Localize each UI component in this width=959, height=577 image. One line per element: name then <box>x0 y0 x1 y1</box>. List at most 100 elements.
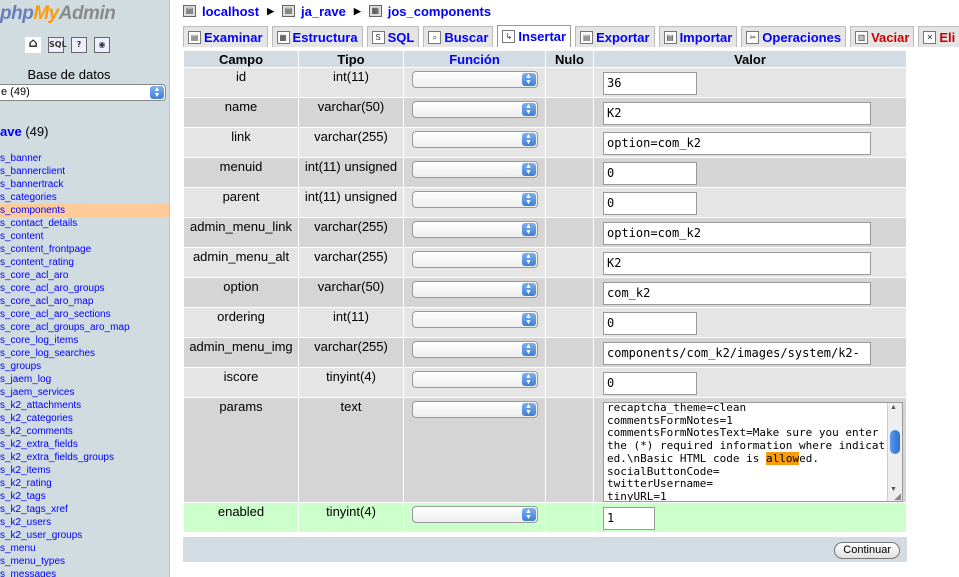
sidebar-table-item[interactable]: s_banner <box>0 152 169 165</box>
sidebar-table-item[interactable]: s_k2_user_groups <box>0 529 169 542</box>
database-title[interactable]: ave (49) <box>0 124 48 139</box>
field-name: id <box>184 68 298 97</box>
tab-label: SQL <box>387 29 415 45</box>
sidebar-table-item[interactable]: s_k2_tags <box>0 490 169 503</box>
function-select[interactable]: ▲ ▼ <box>411 71 538 88</box>
sidebar-table-item[interactable]: s_categories <box>0 191 169 204</box>
value-input[interactable]: 0 <box>603 312 697 335</box>
function-select[interactable]: ▲ ▼ <box>411 161 538 178</box>
params-textarea[interactable]: recaptcha_theme=clean commentsFormNotes=… <box>603 402 903 502</box>
value-input[interactable]: 36 <box>603 72 697 95</box>
breadcrumb-database[interactable]: ja_rave <box>301 4 346 19</box>
table-row: link varchar(255) ▲ ▼ option=com_k2 <box>184 128 906 157</box>
sidebar-table-item[interactable]: s_k2_items <box>0 464 169 477</box>
sidebar-table-item[interactable]: s_menu <box>0 542 169 555</box>
tab-bar: ▤ Examinar ▦ Estructura S SQL ⌕ Buscar ↳ Insertar… <box>183 25 959 48</box>
sidebar-table-item[interactable]: s_core_log_searches <box>0 347 169 360</box>
value-input[interactable]: 1 <box>603 507 655 530</box>
sidebar-table-item[interactable]: s_core_acl_aro_groups <box>0 282 169 295</box>
tab-label: Examinar <box>204 29 263 45</box>
docs-icon[interactable]: ◉ <box>94 37 110 53</box>
value-input[interactable]: components/com_k2/images/system/k2- <box>603 342 871 365</box>
sidebar-table-item[interactable]: s_k2_extra_fields_groups <box>0 451 169 464</box>
function-select[interactable]: ▲ ▼ <box>411 506 538 523</box>
field-type: int(11) <box>299 308 403 337</box>
tab-examinar[interactable]: ▤ Examinar <box>183 26 268 47</box>
chevron-updown-icon: ▲ ▼ <box>521 193 536 206</box>
sidebar-table-item[interactable]: s_k2_categories <box>0 412 169 425</box>
sidebar-table-item[interactable]: s_core_acl_aro_map <box>0 295 169 308</box>
function-select[interactable]: ▲ ▼ <box>411 371 538 388</box>
sidebar-table-item[interactable]: s_content <box>0 230 169 243</box>
sidebar-table-item[interactable]: s_jaem_services <box>0 386 169 399</box>
value-input[interactable]: K2 <box>603 102 871 125</box>
continue-button[interactable]: Continuar <box>834 542 900 559</box>
database-select[interactable]: e (49) ▲ ▼ <box>0 84 166 101</box>
function-select[interactable]: ▲ ▼ <box>411 401 538 418</box>
function-select[interactable]: ▲ ▼ <box>411 221 538 238</box>
sidebar-table-item[interactable]: s_core_acl_aro_sections <box>0 308 169 321</box>
table-row: option varchar(50) ▲ ▼ com_k2 <box>184 278 906 307</box>
header-funcion[interactable]: Función <box>404 51 545 67</box>
tab-estructura[interactable]: ▦ Estructura <box>271 26 363 47</box>
sidebar-table-item[interactable]: s_menu_types <box>0 555 169 568</box>
function-select[interactable]: ▲ ▼ <box>411 101 538 118</box>
sidebar-table-item[interactable]: s_jaem_log <box>0 373 169 386</box>
tab-eli[interactable]: ✕ Eli <box>918 26 959 47</box>
tab-exportar[interactable]: ▤ Exportar <box>575 26 655 47</box>
sidebar-table-item[interactable]: s_core_log_items <box>0 334 169 347</box>
table-row: enabled tinyint(4) ▲ ▼ 1 <box>184 503 906 532</box>
value-input[interactable]: 0 <box>603 372 697 395</box>
function-cell: ▲ ▼ <box>404 248 545 277</box>
sidebar-table-item[interactable]: s_bannerclient <box>0 165 169 178</box>
function-select[interactable]: ▲ ▼ <box>411 131 538 148</box>
home-icon[interactable]: ⌂ <box>25 37 41 53</box>
sidebar-table-item[interactable]: s_groups <box>0 360 169 373</box>
value-input[interactable]: 0 <box>603 162 697 185</box>
function-cell: ▲ ▼ <box>404 338 545 367</box>
sidebar-table-item[interactable]: s_content_frontpage <box>0 243 169 256</box>
resize-grip-icon[interactable]: ◢ <box>894 492 901 501</box>
sidebar-table-item[interactable]: s_core_acl_groups_aro_map <box>0 321 169 334</box>
tab-vaciar[interactable]: ▥ Vaciar <box>850 26 915 47</box>
tab-buscar[interactable]: ⌕ Buscar <box>423 26 494 47</box>
tab-sql[interactable]: S SQL <box>366 26 420 47</box>
sidebar-table-item[interactable]: s_k2_extra_fields <box>0 438 169 451</box>
header-campo: Campo <box>184 51 298 67</box>
query-icon[interactable]: ? <box>71 37 87 53</box>
sidebar-table-item[interactable]: s_k2_comments <box>0 425 169 438</box>
function-select[interactable]: ▲ ▼ <box>411 341 538 358</box>
sidebar-table-item[interactable]: s_bannertrack <box>0 178 169 191</box>
value-input[interactable]: com_k2 <box>603 282 871 305</box>
sidebar-table-item[interactable]: s_k2_rating <box>0 477 169 490</box>
value-input[interactable]: K2 <box>603 252 871 275</box>
sidebar-table-item[interactable]: s_k2_tags_xref <box>0 503 169 516</box>
function-select[interactable]: ▲ ▼ <box>411 251 538 268</box>
sidebar-table-item[interactable]: s_k2_users <box>0 516 169 529</box>
function-select[interactable]: ▲ ▼ <box>411 281 538 298</box>
textarea-scrollbar[interactable]: ▲ ▼ <box>887 403 902 501</box>
tab-insertar[interactable]: ↳ Insertar <box>497 25 572 47</box>
phpmyadmin-logo[interactable]: phpMyAdmin <box>0 3 116 25</box>
function-cell: ▲ ▼ <box>404 278 545 307</box>
value-input[interactable]: 0 <box>603 192 697 215</box>
sidebar-table-item[interactable]: s_k2_attachments <box>0 399 169 412</box>
tab-importar[interactable]: ▤ Importar <box>658 26 738 47</box>
function-select[interactable]: ▲ ▼ <box>411 191 538 208</box>
breadcrumb-server[interactable]: localhost <box>202 4 259 19</box>
breadcrumb-table[interactable]: jos_components <box>388 4 491 19</box>
value-input[interactable]: option=com_k2 <box>603 222 871 245</box>
sidebar-table-item[interactable]: s_messages <box>0 568 169 577</box>
value-input[interactable]: option=com_k2 <box>603 132 871 155</box>
null-cell <box>546 398 593 502</box>
sql-icon[interactable]: SQL <box>48 37 67 53</box>
sidebar-table-item[interactable]: s_core_acl_aro <box>0 269 169 282</box>
value-cell: com_k2 <box>594 278 906 307</box>
sidebar-table-item[interactable]: s_content_rating <box>0 256 169 269</box>
sidebar-table-item[interactable]: s_components <box>0 204 169 217</box>
function-select[interactable]: ▲ ▼ <box>411 311 538 328</box>
sidebar-table-item[interactable]: s_contact_details <box>0 217 169 230</box>
scroll-up-icon[interactable]: ▲ <box>890 404 897 411</box>
scrollbar-thumb[interactable] <box>890 430 900 454</box>
tab-operaciones[interactable]: ✂ Operaciones <box>741 26 847 47</box>
